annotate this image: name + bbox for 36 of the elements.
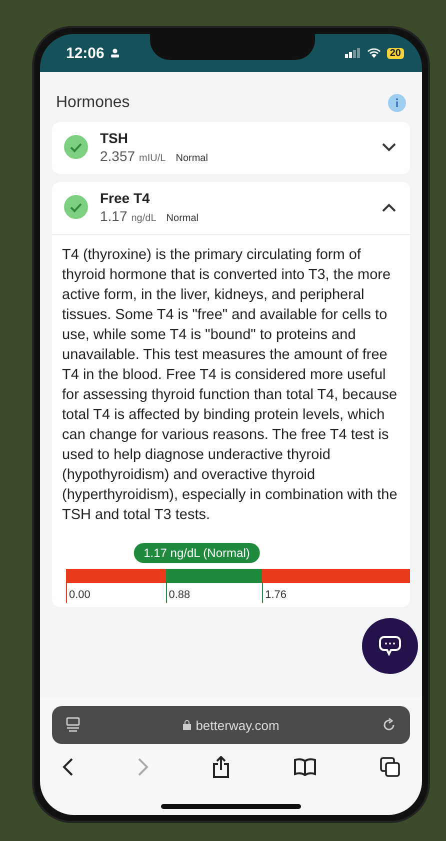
test-value: 1.17 <box>100 208 128 224</box>
battery-level: 20 <box>386 48 404 58</box>
back-icon[interactable] <box>62 758 74 776</box>
test-unit: ng/dL <box>131 213 156 224</box>
wifi-icon <box>366 48 381 58</box>
info-icon[interactable] <box>388 94 406 112</box>
test-status: Normal <box>166 213 199 224</box>
tabs-icon[interactable] <box>380 757 400 777</box>
signal-icon <box>344 48 361 58</box>
section-title: Hormones <box>56 94 130 112</box>
lock-icon <box>182 720 191 730</box>
chevron-up-icon[interactable] <box>382 202 396 212</box>
test-description: T4 (thyroxine) is the primary circulating form of thyroid hormone that is converted into T3, the more active form, in the liver, kidneys, and peripheral tissues. Some T4 is "free" and available for cells to use, while some T4 is "bound" to proteins and unavailable. This test measures the amount of free T4 in the blood. Free T4 is considered more useful for assessing thyroid function than total T4, because total T4 is affected by binding protein levels, which can change for various reasons. The free T4 test is used to help diagnose underactive thyroid (hypothyroidism) and overactive thyroid (hyperthyroidism), especially in combination with the TSH and total T3 tests. <box>62 246 398 525</box>
test-name: TSH <box>100 130 129 146</box>
test-header[interactable]: TSH 2.357 mIU/L Normal <box>52 122 410 174</box>
person-icon <box>110 48 120 58</box>
share-icon[interactable] <box>212 756 230 778</box>
address-bar[interactable]: betterway.com <box>52 706 410 744</box>
url-text: betterway.com <box>196 718 280 732</box>
test-value: 2.357 <box>100 148 136 164</box>
range-tick-label: 1.76 <box>262 583 286 603</box>
chevron-down-icon[interactable] <box>382 142 396 152</box>
range-tick-label: 0.88 <box>166 583 190 603</box>
book-icon[interactable] <box>293 758 317 776</box>
reload-icon[interactable] <box>382 718 396 732</box>
reader-icon[interactable] <box>66 717 80 733</box>
test-status: Normal <box>176 153 208 164</box>
chat-bubble-icon <box>378 635 402 657</box>
test-header[interactable]: Free T4 1.17 ng/dL Normal <box>52 182 410 234</box>
range-tick-label: 0.00 <box>66 583 90 603</box>
check-icon <box>64 195 88 219</box>
test-name: Free T4 <box>100 190 151 206</box>
status-time: 12:06 <box>66 44 104 62</box>
test-unit: mIU/L <box>139 153 166 164</box>
value-bubble: 1.17 ng/dL (Normal) <box>134 543 260 563</box>
check-icon <box>64 135 88 159</box>
